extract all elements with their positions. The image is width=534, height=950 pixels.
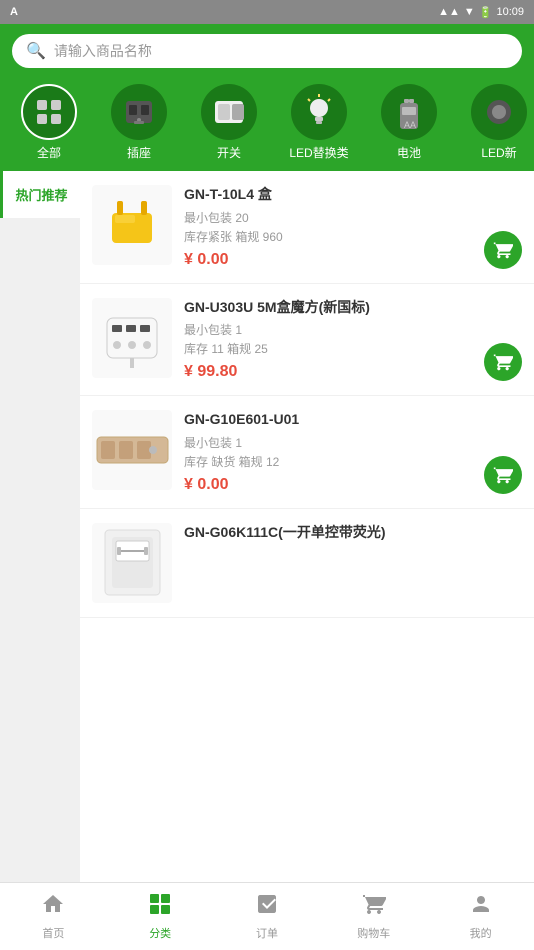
product-item-2: GN-U303U 5M盒魔方(新国标) 最小包装 1 库存 11 箱规 25 ¥… xyxy=(80,284,534,397)
category-item-battery[interactable]: AA 电池 xyxy=(364,84,454,161)
category-label-all: 全部 xyxy=(37,144,61,161)
nav-label-category: 分类 xyxy=(149,925,171,941)
category-icon-led2 xyxy=(471,84,527,140)
category-nav-icon xyxy=(148,892,172,922)
main-content: 热门推荐 GN-T-10L4 盒 最小包装 20 库存紧张 xyxy=(0,171,534,887)
add-cart-button-2[interactable] xyxy=(484,343,522,381)
category-item-led2[interactable]: LED新 xyxy=(454,84,534,161)
product-info-4: GN-G06K111C(一开单控带荧光) xyxy=(184,523,522,547)
category-item-led[interactable]: LED替换类 xyxy=(274,84,364,161)
nav-item-category[interactable]: 分类 xyxy=(107,883,214,950)
nav-label-profile: 我的 xyxy=(470,925,492,941)
product-info-3: GN-G10E601-U01 最小包装 1 库存 缺货 箱规 12 ¥ 0.00 xyxy=(184,410,472,494)
cart-icon-2 xyxy=(493,352,513,372)
category-label-led: LED替换类 xyxy=(289,144,348,161)
product-info-1: GN-T-10L4 盒 最小包装 20 库存紧张 箱规 960 ¥ 0.00 xyxy=(184,185,472,269)
profile-icon xyxy=(469,892,493,922)
category-label-led2: LED新 xyxy=(481,144,516,161)
battery-icon: 🔋 xyxy=(479,6,493,19)
add-cart-button-1[interactable] xyxy=(484,231,522,269)
product-min-pack-3: 最小包装 1 xyxy=(184,434,472,451)
cart-nav-icon xyxy=(362,892,386,922)
category-label-switch: 开关 xyxy=(217,144,241,161)
bottom-nav: 首页 分类 订单 购物车 我的 xyxy=(0,882,534,950)
product-item-4: GN-G06K111C(一开单控带荧光) xyxy=(80,509,534,618)
category-icon-all xyxy=(21,84,77,140)
product-image-4 xyxy=(92,523,172,603)
product-info-2: GN-U303U 5M盒魔方(新国标) 最小包装 1 库存 11 箱规 25 ¥… xyxy=(184,298,472,382)
product-name-1: GN-T-10L4 盒 xyxy=(184,185,472,205)
sidebar-item-hot[interactable]: 热门推荐 xyxy=(0,171,80,218)
search-icon: 🔍 xyxy=(26,41,46,61)
signal-icon: ▲▲ xyxy=(438,6,460,18)
category-icon-led xyxy=(291,84,347,140)
product-name-2: GN-U303U 5M盒魔方(新国标) xyxy=(184,298,472,318)
category-row: 全部 插座 开关 xyxy=(0,76,534,171)
sidebar: 热门推荐 xyxy=(0,171,80,887)
product-price-3: ¥ 0.00 xyxy=(184,476,472,494)
search-bar[interactable]: 🔍 请输入商品名称 xyxy=(12,34,522,68)
search-placeholder: 请输入商品名称 xyxy=(54,41,152,61)
operator-label: A xyxy=(10,6,18,18)
product-name-3: GN-G10E601-U01 xyxy=(184,410,472,430)
cart-icon-3 xyxy=(493,465,513,485)
category-icon-socket xyxy=(111,84,167,140)
product-image-2 xyxy=(92,298,172,378)
product-stock-2: 库存 11 箱规 25 xyxy=(184,340,472,357)
category-icon-battery: AA xyxy=(381,84,437,140)
nav-item-cart[interactable]: 购物车 xyxy=(320,883,427,950)
status-bar: A ▲▲ ▼ 🔋 10:09 xyxy=(0,0,534,24)
order-icon xyxy=(255,892,279,922)
nav-label-home: 首页 xyxy=(42,925,64,941)
product-min-pack-1: 最小包装 20 xyxy=(184,209,472,226)
nav-item-profile[interactable]: 我的 xyxy=(427,883,534,950)
category-label-battery: 电池 xyxy=(397,144,421,161)
product-price-1: ¥ 0.00 xyxy=(184,251,472,269)
product-price-2: ¥ 99.80 xyxy=(184,363,472,381)
category-item-socket[interactable]: 插座 xyxy=(94,84,184,161)
add-cart-button-3[interactable] xyxy=(484,456,522,494)
home-icon xyxy=(41,892,65,922)
nav-item-home[interactable]: 首页 xyxy=(0,883,107,950)
category-icon-switch xyxy=(201,84,257,140)
header: 🔍 请输入商品名称 xyxy=(0,24,534,76)
category-item-all[interactable]: 全部 xyxy=(4,84,94,161)
nav-label-cart: 购物车 xyxy=(357,925,390,941)
product-item-3: GN-G10E601-U01 最小包装 1 库存 缺货 箱规 12 ¥ 0.00 xyxy=(80,396,534,509)
product-item-1: GN-T-10L4 盒 最小包装 20 库存紧张 箱规 960 ¥ 0.00 xyxy=(80,171,534,284)
product-stock-3: 库存 缺货 箱规 12 xyxy=(184,453,472,470)
product-stock-1: 库存紧张 箱规 960 xyxy=(184,228,472,245)
product-min-pack-2: 最小包装 1 xyxy=(184,321,472,338)
nav-item-order[interactable]: 订单 xyxy=(214,883,321,950)
cart-icon-1 xyxy=(493,240,513,260)
time-label: 10:09 xyxy=(496,6,524,18)
product-image-3 xyxy=(92,410,172,490)
product-image-1 xyxy=(92,185,172,265)
category-label-socket: 插座 xyxy=(127,144,151,161)
product-list: GN-T-10L4 盒 最小包装 20 库存紧张 箱规 960 ¥ 0.00 xyxy=(80,171,534,887)
nav-label-order: 订单 xyxy=(256,925,278,941)
status-icons: ▲▲ ▼ 🔋 10:09 xyxy=(438,6,524,19)
wifi-icon: ▼ xyxy=(464,6,475,18)
svg-text:AA: AA xyxy=(404,120,416,130)
product-name-4: GN-G06K111C(一开单控带荧光) xyxy=(184,523,522,543)
category-item-switch[interactable]: 开关 xyxy=(184,84,274,161)
